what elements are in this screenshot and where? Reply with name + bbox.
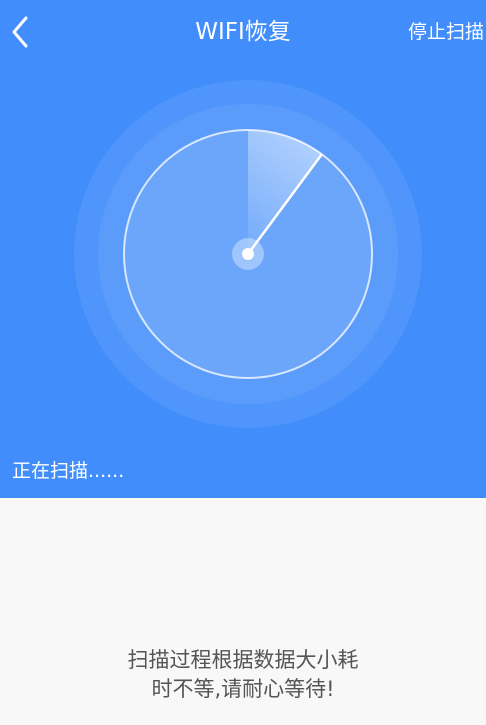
scan-header: WIFI恢复 停止扫描 正在扫描...... [0,0,486,498]
radar-center-dot [242,248,254,260]
scan-status: 正在扫描...... [12,460,125,482]
scan-hint-line-2: 时不等,请耐心等待! [151,677,335,701]
scan-hint-line-1: 扫描过程根据数据大小耗 [127,648,359,672]
radar-scanner [74,80,422,428]
scan-hint: 扫描过程根据数据大小耗 时不等,请耐心等待! [0,646,486,704]
